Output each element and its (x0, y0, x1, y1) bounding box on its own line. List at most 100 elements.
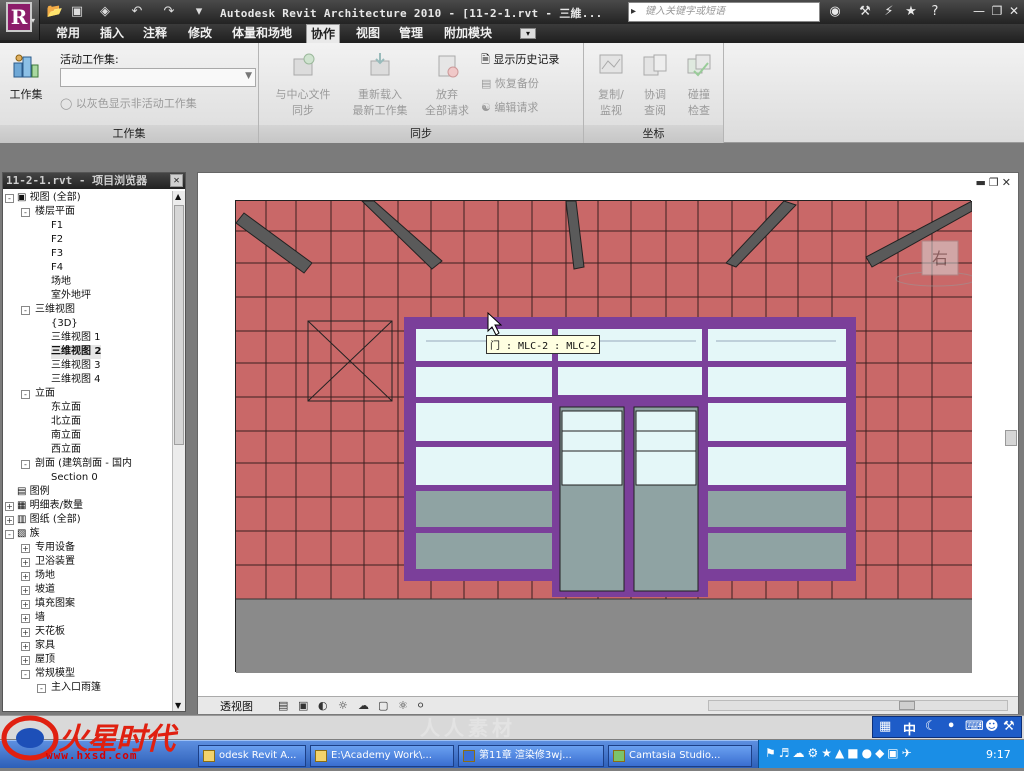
taskbar-item[interactable]: 第11章 渲染修3wj... (458, 745, 604, 767)
qat-dropdown-icon[interactable]: ▾ (190, 3, 208, 21)
tree-node[interactable]: 场地 (51, 275, 71, 289)
collapse-toggle-icon[interactable]: - (5, 194, 14, 203)
expand-toggle-icon[interactable]: + (21, 558, 30, 567)
scroll-thumb[interactable] (174, 205, 184, 445)
tree-node-row[interactable]: ▣ 视图 (全部) (17, 191, 81, 205)
collapse-toggle-icon[interactable]: - (37, 684, 46, 693)
worksets-button[interactable]: 工作集 (6, 51, 46, 102)
shadows-icon[interactable]: ◐ (318, 699, 328, 712)
active-workset-select[interactable]: ▼ (60, 68, 256, 87)
show-history-button[interactable]: 🗎 显示历史记录 (481, 51, 559, 70)
tree-node[interactable]: 三维视图 1 (51, 331, 101, 345)
search-input[interactable]: ▸ 键入关键字或短语 (628, 2, 820, 22)
tree-node-row[interactable]: ▦ 明细表/数量 (17, 499, 83, 513)
tab-manage[interactable]: 管理 (395, 24, 427, 43)
tab-modify[interactable]: 修改 (184, 24, 216, 43)
tree-node[interactable]: 场地 (35, 569, 55, 583)
save-icon[interactable]: ▣ (68, 3, 86, 21)
expand-toggle-icon[interactable]: + (21, 544, 30, 553)
restore-icon[interactable]: ❐ (989, 176, 1002, 189)
collapse-toggle-icon[interactable]: - (21, 460, 30, 469)
user-icon[interactable]: ☻ (985, 719, 999, 734)
tree-node[interactable]: 三维视图 4 (51, 373, 101, 387)
tray-icons[interactable]: ⚑♬☁⚙★▲■●◆▣✈ (765, 746, 915, 760)
taskbar-item[interactable]: odesk Revit A... (198, 745, 306, 767)
taskbar-item[interactable]: Camtasia Studio... (608, 745, 752, 767)
tab-collaborate[interactable]: 协作 (306, 24, 341, 43)
tree-node[interactable]: F2 (51, 233, 63, 247)
tree-node-row[interactable]: ▤ 图例 (17, 485, 50, 499)
communication-icon[interactable]: ⚡ (880, 3, 898, 21)
expand-toggle-icon[interactable]: + (21, 656, 30, 665)
tree-node[interactable]: 屋顶 (35, 653, 55, 667)
tree-node[interactable]: 专用设备 (35, 541, 75, 555)
tree-node[interactable]: 西立面 (51, 443, 81, 457)
restore-icon[interactable]: ❐ (990, 4, 1004, 18)
sun-path-icon[interactable]: ☼ (338, 699, 348, 712)
collapse-toggle-icon[interactable]: - (21, 306, 30, 315)
render-icon[interactable]: ☁ (358, 699, 369, 712)
ime-toolbar[interactable]: ▦ 中 ☾ • ⌨ ☻ ⚒ (872, 716, 1022, 738)
gray-inactive-worksets-button[interactable]: ◯ 以灰色显示非活动工作集 (60, 95, 197, 111)
tree-node-row[interactable]: ▥ 图纸 (全部) (17, 513, 81, 527)
collapse-toggle-icon[interactable]: - (21, 390, 30, 399)
tree-node[interactable]: 家具 (35, 639, 55, 653)
view-vertical-scrollbar[interactable] (1005, 190, 1019, 700)
tree-node[interactable]: 室外地坪 (51, 289, 91, 303)
tab-massing-site[interactable]: 体量和场地 (228, 24, 296, 43)
tree-node[interactable]: 楼层平面 (35, 205, 75, 219)
visual-style-icon[interactable]: ▣ (298, 699, 308, 712)
tree-node[interactable]: 三维视图 2 (51, 345, 102, 359)
tree-node[interactable]: F4 (51, 261, 63, 275)
close-icon[interactable]: ✕ (1007, 4, 1021, 18)
crop-view-icon[interactable]: ▢ (378, 699, 388, 712)
ribbon-minimize-icon[interactable]: ▾ (520, 28, 536, 39)
close-icon[interactable]: ✕ (1002, 176, 1014, 189)
ime-mode[interactable]: 中 (903, 719, 916, 738)
moon-icon[interactable]: ☾ (925, 719, 937, 734)
restore-backup-button[interactable]: ▤ 恢复备份 (481, 75, 539, 91)
sync-with-central-button[interactable]: 与中心文件 同步 (267, 51, 339, 118)
scroll-up-icon[interactable]: ▲ (175, 192, 181, 201)
tree-node[interactable]: 常规模型 (35, 667, 75, 681)
taskbar-item[interactable]: E:\Academy Work\... (310, 745, 454, 767)
punctuation-icon[interactable]: • (947, 719, 955, 734)
relinquish-all-button[interactable]: 放弃 全部请求 (419, 51, 475, 118)
expand-toggle-icon[interactable]: + (21, 600, 30, 609)
expand-toggle-icon[interactable]: + (21, 586, 30, 595)
sync-icon[interactable]: ◈ (96, 3, 114, 21)
hide-isolate-icon[interactable]: ⚛ (398, 699, 408, 712)
tree-node[interactable]: 三维视图 3 (51, 359, 101, 373)
3d-viewport[interactable]: 右 门 : MLC-2 : MLC-2 (235, 200, 977, 673)
collapse-toggle-icon[interactable]: - (21, 670, 30, 679)
tree-node[interactable]: 天花板 (35, 625, 65, 639)
tree-node[interactable]: 填充图案 (35, 597, 75, 611)
view-horizontal-scrollbar[interactable] (708, 700, 1008, 711)
collapse-toggle-icon[interactable]: - (21, 208, 30, 217)
collapse-toggle-icon[interactable]: - (5, 530, 14, 539)
tree-node[interactable]: 东立面 (51, 401, 81, 415)
tree-node[interactable]: 卫浴装置 (35, 555, 75, 569)
tree-node[interactable]: 坡道 (35, 583, 55, 597)
tree-node[interactable]: 南立面 (51, 429, 81, 443)
binoculars-icon[interactable]: ◉ (826, 3, 844, 21)
minimize-icon[interactable]: — (972, 4, 986, 18)
tree-node[interactable]: 立面 (35, 387, 55, 401)
tree-node[interactable]: Section 0 (51, 471, 98, 485)
close-icon[interactable]: ✕ (170, 174, 183, 187)
help-icon[interactable]: ? (926, 3, 944, 21)
wrench-icon[interactable]: ⚒ (1003, 719, 1015, 734)
tree-node[interactable]: F3 (51, 247, 63, 261)
scroll-down-icon[interactable]: ▼ (175, 701, 181, 710)
tab-addins[interactable]: 附加模块 (440, 24, 496, 43)
expand-toggle-icon[interactable]: + (21, 572, 30, 581)
project-browser-scrollbar[interactable]: ▲ ▼ (172, 191, 185, 711)
detail-level-icon[interactable]: ▤ (278, 699, 288, 712)
favorites-star-icon[interactable]: ★ (902, 3, 920, 21)
tab-view[interactable]: 视图 (352, 24, 384, 43)
scroll-thumb[interactable] (1005, 430, 1017, 446)
tab-home[interactable]: 常用 (52, 24, 84, 43)
expand-toggle-icon[interactable]: + (21, 642, 30, 651)
tree-node[interactable]: F1 (51, 219, 63, 233)
subscription-icon[interactable]: ⚒ (856, 3, 874, 21)
